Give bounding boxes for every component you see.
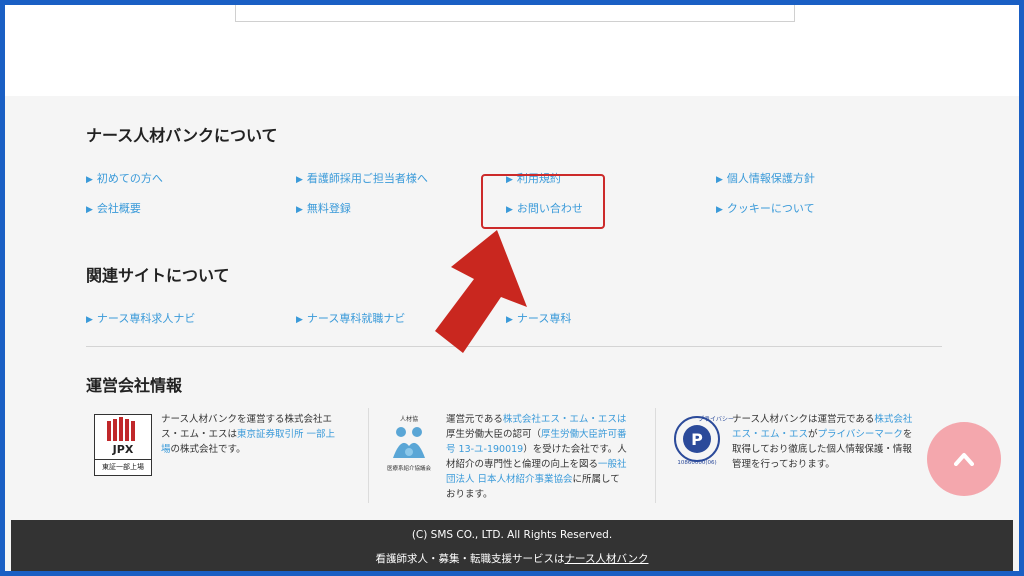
- scroll-to-top-button[interactable]: [927, 422, 1001, 496]
- triangle-icon: ▶: [296, 315, 303, 325]
- triangle-icon: ▶: [86, 205, 93, 215]
- sms-link-2-cont[interactable]: エス・エム・エス: [732, 429, 808, 440]
- triangle-icon: ▶: [86, 315, 93, 325]
- about-section-title: ナース人材バンクについて: [86, 126, 278, 145]
- footer-tagline: 看護師求人・募集・転職支援サービスはナース人材バンク: [375, 553, 649, 565]
- tse-link-cont[interactable]: 場: [161, 444, 171, 455]
- column-divider: [655, 408, 656, 503]
- license-link-cont[interactable]: 号 13-ユ-190019: [446, 444, 523, 455]
- triangle-icon: ▶: [716, 205, 723, 215]
- jpx-logo-text: JPX: [112, 443, 134, 456]
- tse-link[interactable]: 東京証券取引所 一部上: [237, 429, 335, 440]
- company-col2-text: 運営元である株式会社エス・エム・エスは 厚生労働大臣の認可（厚生労働大臣許可番 …: [446, 414, 627, 500]
- triangle-icon: ▶: [296, 175, 303, 185]
- license-link[interactable]: 厚生労働大臣許可番: [541, 429, 627, 440]
- triangle-icon: ▶: [86, 175, 93, 185]
- jpx-logo-sub: 東証一部上場: [95, 459, 151, 475]
- link-privacy-policy[interactable]: ▶ 個人情報保護方針: [716, 170, 815, 186]
- link-register[interactable]: ▶ 無料登録: [296, 200, 351, 216]
- annotation-arrow-icon: [405, 225, 535, 364]
- copyright-text: (C) SMS CO., LTD. All Rights Reserved.: [411, 529, 613, 541]
- sms-link[interactable]: 株式会社エス・エム・エスは: [503, 414, 627, 425]
- annotation-highlight-box: [481, 174, 605, 229]
- link-nurse-senka-shushoku[interactable]: ▶ ナース専科就職ナビ: [296, 310, 405, 326]
- sms-link-2[interactable]: 株式会社: [874, 414, 912, 425]
- copyright-bar: (C) SMS CO., LTD. All Rights Reserved. 看…: [11, 520, 1013, 571]
- company-section-title: 運営会社情報: [86, 376, 183, 395]
- page-frame: ナース人材バンクについて ▶ 初めての方へ ▶ 看護師採用ご担当者様へ ▶ 利用規約 …: [5, 5, 1019, 571]
- privacy-mark-link[interactable]: プライバシーマーク: [818, 429, 903, 440]
- triangle-icon: ▶: [296, 205, 303, 215]
- link-nurse-senka-kyujin[interactable]: ▶ ナース専科求人ナビ: [86, 310, 195, 326]
- association-link[interactable]: 一般社: [598, 459, 627, 470]
- link-company[interactable]: ▶ 会社概要: [86, 200, 141, 216]
- privacy-mark-logo: P プライバシー 10860000(06): [668, 412, 734, 470]
- jpx-logo: JPX 東証一部上場: [94, 414, 152, 476]
- triangle-icon: ▶: [716, 175, 723, 185]
- association-link-cont[interactable]: 団法人 日本人材紹介事業協会: [446, 474, 573, 485]
- nurse-jinzai-bank-link[interactable]: ナース人材バンク: [565, 553, 649, 565]
- chevron-up-icon: [954, 453, 974, 466]
- link-first-time[interactable]: ▶ 初めての方へ: [86, 170, 163, 186]
- jinzai-kyokai-logo: 人材協 医療系紹介協議会: [386, 416, 431, 472]
- content-box-bottom: [235, 5, 795, 22]
- company-col1-text: ナース人材バンクを運営する株式会社エ ス・エム・エスは東京証券取引所 一部上 場…: [161, 414, 336, 455]
- link-employer[interactable]: ▶ 看護師採用ご担当者様へ: [296, 170, 428, 186]
- svg-text:P: P: [691, 430, 703, 449]
- link-cookie[interactable]: ▶ クッキーについて: [716, 200, 815, 216]
- column-divider: [368, 408, 369, 503]
- company-col3-text: ナース人材バンクは運営元である株式会社 エス・エム・エスがプライバシーマークを …: [732, 414, 913, 470]
- related-section-title: 関連サイトについて: [86, 266, 230, 285]
